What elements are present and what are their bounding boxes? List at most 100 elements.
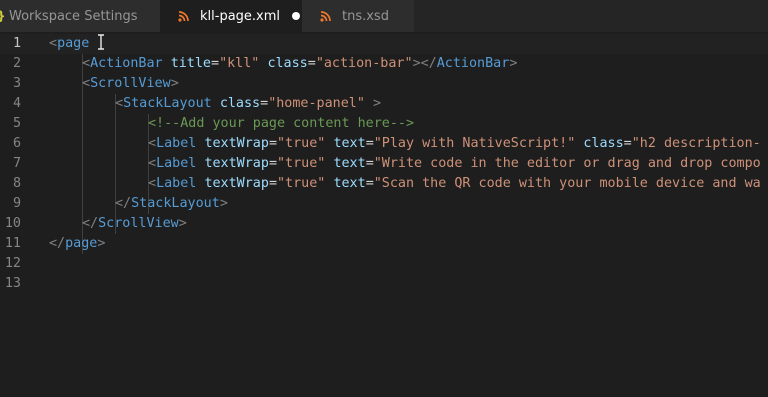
code-token-bracket: </ [82, 216, 99, 231]
line-number: 13 [4, 276, 21, 291]
code-line[interactable]: 10 </ScrollView> [0, 214, 768, 234]
code-content: <ScrollView> [82, 74, 179, 94]
code-token-eq: = [260, 96, 269, 111]
code-token-str: "home-panel" [268, 96, 365, 111]
line-number: 7 [12, 156, 21, 171]
code-line[interactable]: 12 [0, 254, 768, 274]
line-number: 2 [12, 56, 21, 71]
code-line[interactable]: 7 <Label textWrap="true" text="Write code… [0, 154, 768, 174]
line-number: 10 [4, 216, 21, 231]
code-token-eq: = [307, 56, 316, 71]
code-line[interactable]: 1 <page [0, 34, 768, 54]
code-token-bracket: < [148, 156, 157, 171]
tab-tns-xsd[interactable]: tns.xsd [302, 0, 414, 32]
line-number: 6 [12, 136, 21, 151]
code-line[interactable]: 9 </StackLayout> [0, 194, 768, 214]
code-content: </StackLayout> [115, 194, 228, 214]
tab-kll-page-xml[interactable]: kll-page.xml [160, 0, 302, 32]
code-token-attr: title [170, 56, 211, 71]
code-token-bracket: > [97, 236, 106, 251]
code-token-attr: text [333, 136, 366, 151]
code-line[interactable]: 6 <Label textWrap="true" text="Play with … [0, 134, 768, 154]
line-number: 1 [12, 36, 21, 51]
editor-tab-bar: } Workspace Settings kll-page.xml tns.xs… [0, 0, 768, 32]
code-token-bracket: > [373, 96, 382, 111]
code-token-eq: = [268, 136, 277, 151]
code-token-tag: ScrollView [98, 216, 179, 231]
code-editor[interactable]: 1 <page 2 <ActionBar title="kll" class="ac… [0, 34, 768, 397]
tab-label: Workspace Settings [9, 8, 138, 24]
code-token-str: "kll" [219, 56, 260, 71]
code-token-str: "true" [277, 136, 326, 151]
code-token-attr: text [333, 156, 366, 171]
code-line[interactable]: 13 [0, 274, 768, 294]
tab-label: tns.xsd [342, 8, 389, 24]
text-cursor-icon [97, 34, 105, 50]
code-content: </ScrollView> [82, 214, 187, 234]
code-line[interactable]: 2 <ActionBar title="kll" class="action-ba… [0, 54, 768, 74]
code-token-tag: Label [156, 136, 197, 151]
code-content: <Label textWrap="true" text="Scan the QR… [148, 174, 761, 194]
code-token-tag: Label [156, 176, 197, 191]
code-token-bracket: </ [420, 56, 437, 71]
unsaved-dot-icon[interactable] [292, 12, 301, 20]
line-number: 9 [12, 196, 21, 211]
code-token-tag: page [65, 236, 98, 251]
code-token-attr: textWrap [204, 156, 269, 171]
code-line[interactable]: 3 <ScrollView> [0, 74, 768, 94]
code-token-tag: ActionBar [436, 56, 510, 71]
code-token-bracket: > [170, 76, 179, 91]
code-token-eq: = [211, 56, 220, 71]
line-number: 11 [4, 236, 21, 251]
code-token-bracket: < [82, 76, 91, 91]
code-token-comment: <!--Add your page content here--> [148, 116, 415, 131]
code-token-bracket: < [148, 136, 157, 151]
code-content: <Label textWrap="true" text="Play with N… [148, 134, 761, 154]
code-content: <ActionBar title="kll" class="action-bar… [82, 54, 517, 74]
line-number: 5 [12, 116, 21, 131]
code-line[interactable]: 4 <StackLayout class="home-panel" > [0, 94, 768, 114]
code-token-bracket: < [148, 176, 157, 191]
code-content: </page> [49, 234, 105, 254]
code-token-str: "h2 description- [631, 136, 761, 151]
code-token-tag: StackLayout [123, 96, 212, 111]
code-token-bracket: < [82, 56, 91, 71]
rss-file-icon [178, 10, 194, 22]
code-token-str: "Scan the QR code with your mobile devic… [373, 176, 761, 191]
code-token-str: "Play with NativeScript!" [373, 136, 576, 151]
code-token-str: "action-bar" [315, 56, 413, 71]
code-token-bracket: < [49, 36, 58, 51]
code-line[interactable]: 5 <!--Add your page content here--> [0, 114, 768, 134]
line-number: 4 [12, 96, 21, 111]
code-token-tag: ScrollView [90, 76, 171, 91]
code-token-str: "true" [277, 176, 326, 191]
code-token-bracket: < [115, 96, 124, 111]
code-line[interactable]: 8 <Label textWrap="true" text="Scan the Q… [0, 174, 768, 194]
code-token-attr: textWrap [204, 176, 269, 191]
code-token-bracket: > [412, 56, 421, 71]
tab-workspace-settings[interactable]: } Workspace Settings [0, 0, 160, 32]
code-token-attr: class [583, 136, 624, 151]
code-content: <page [49, 34, 105, 54]
code-token-tag: ActionBar [90, 56, 163, 71]
line-number: 3 [12, 76, 21, 91]
code-content: <StackLayout class="home-panel" > [115, 94, 381, 114]
code-token-eq: = [268, 156, 277, 171]
code-token-eq: = [365, 156, 374, 171]
code-token-tag: StackLayout [131, 196, 220, 211]
line-number: 12 [4, 256, 21, 271]
code-token-bracket: > [178, 216, 187, 231]
line-number: 8 [12, 176, 21, 191]
code-token-bracket: </ [115, 196, 132, 211]
code-token-attr: textWrap [204, 136, 269, 151]
code-line[interactable]: 11 </page> [0, 234, 768, 254]
code-token-bracket: </ [49, 236, 66, 251]
rss-file-icon [320, 10, 336, 22]
code-token-tag: Label [156, 156, 197, 171]
code-content: <Label textWrap="true" text="Write code … [148, 154, 761, 174]
code-token-tag: page [57, 36, 90, 51]
code-token-eq: = [365, 176, 374, 191]
